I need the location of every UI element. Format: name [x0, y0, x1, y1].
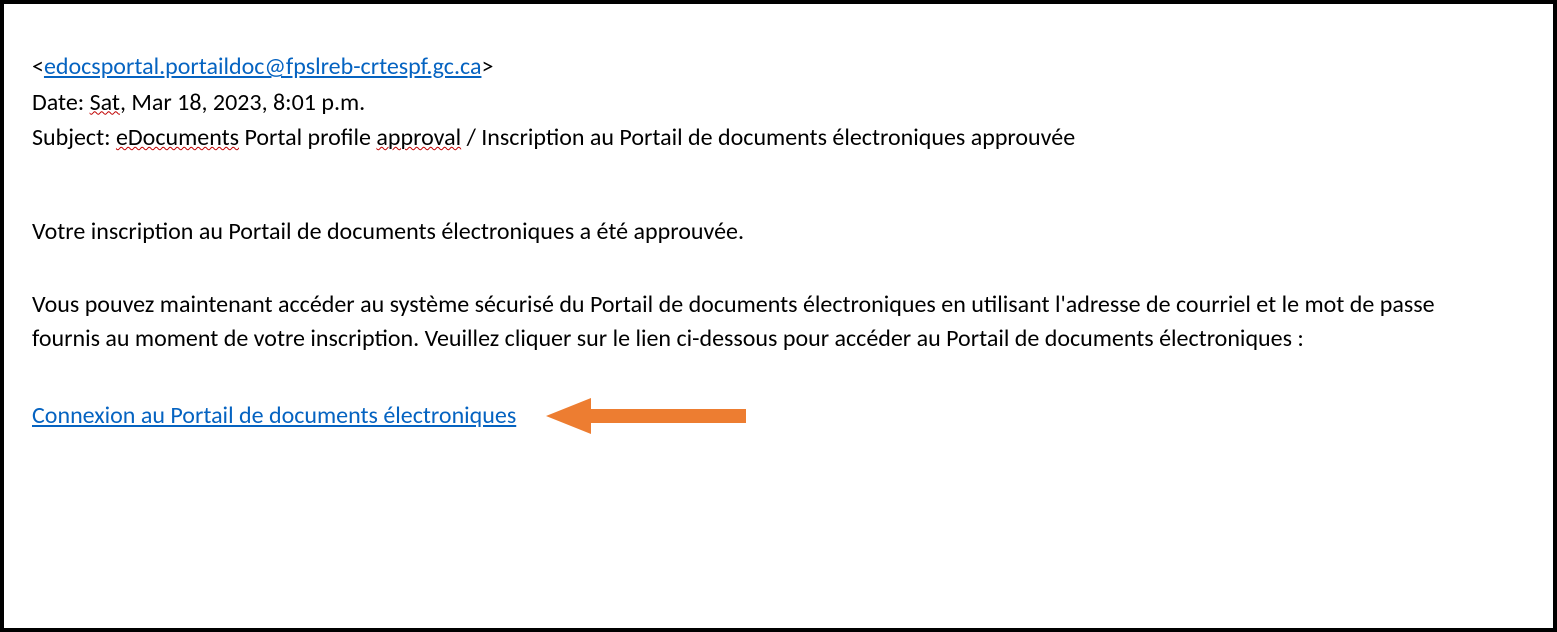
date-label: Date:: [32, 88, 90, 117]
subject-mid: Portal profile: [239, 123, 376, 152]
body-paragraph-2: Vous pouvez maintenant accéder au systèm…: [32, 288, 1502, 355]
subject-approval: approval: [376, 123, 461, 152]
body-paragraph-1: Votre inscription au Portail de document…: [32, 215, 1525, 249]
subject-rest: / Inscription au Portail de documents él…: [461, 123, 1075, 152]
subject-line: Subject: eDocuments Portal profile appro…: [32, 121, 1525, 155]
subject-label: Subject:: [32, 123, 116, 152]
login-portal-link[interactable]: Connexion au Portail de documents électr…: [32, 399, 516, 433]
sender-bracket-open: <: [32, 52, 44, 81]
date-line: Date: Sat, Mar 18, 2023, 8:01 p.m.: [32, 86, 1525, 120]
email-message: <edocsportal.portaildoc@fpslreb-crtespf.…: [0, 0, 1557, 632]
subject-edocuments: eDocuments: [116, 123, 239, 152]
date-day: Sat: [90, 88, 120, 117]
date-rest: , Mar 18, 2023, 8:01 p.m.: [120, 88, 365, 117]
sender-email-link[interactable]: edocsportal.portaildoc@fpslreb-crtespf.g…: [44, 52, 482, 81]
sender-line: <edocsportal.portaildoc@fpslreb-crtespf.…: [32, 50, 1525, 84]
login-link-row: Connexion au Portail de documents électr…: [32, 396, 1525, 436]
arrow-left-icon: [546, 396, 746, 436]
sender-bracket-close: >: [481, 52, 493, 81]
